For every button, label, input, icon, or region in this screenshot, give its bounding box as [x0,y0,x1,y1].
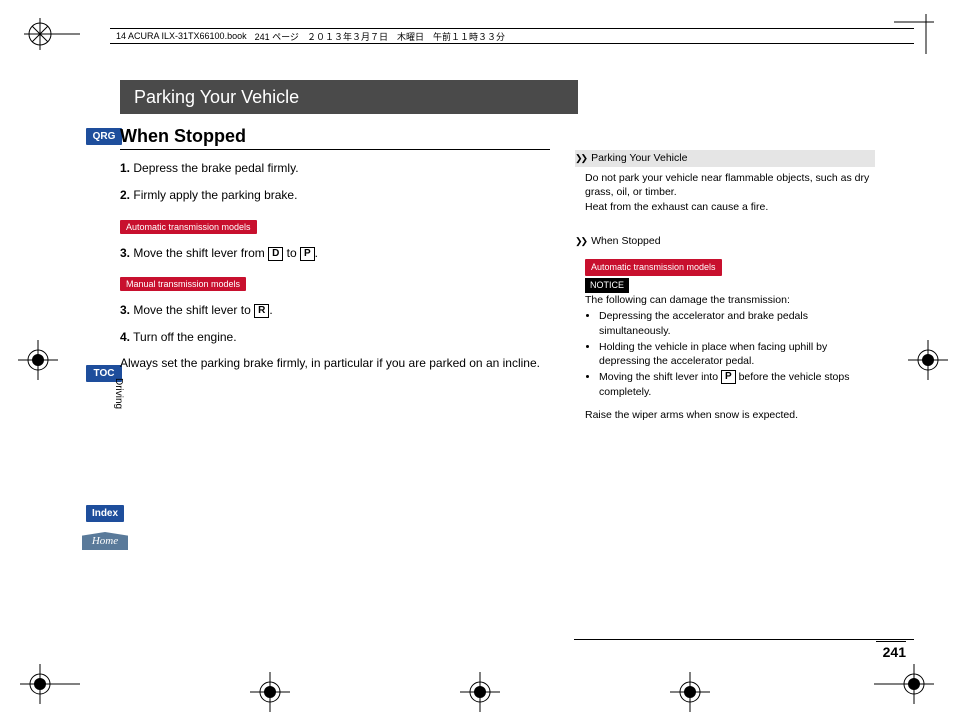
info-heading-text: When Stopped [591,234,660,249]
step-number: 1. [120,161,130,175]
registration-mark-icon [18,340,58,380]
list-item: Depressing the accelerator and brake ped… [599,309,871,338]
crop-mark-icon [20,14,80,54]
info-heading: ❯❯ Parking Your Vehicle [575,150,875,167]
step-text: Depress the brake pedal firmly. [133,161,298,175]
manual-transmission-chip: Manual transmission models [120,277,246,291]
step-text: Move the shift lever from [133,246,268,260]
damage-list: Depressing the accelerator and brake ped… [585,309,871,399]
qrg-button[interactable]: QRG [86,128,122,145]
parking-note: Always set the parking brake firmly, in … [120,356,560,370]
file-date: ２０１３年３月７日 木曜日 午前１１時３３分 [307,30,505,43]
registration-mark-icon [874,664,934,704]
gear-r-icon: R [254,304,269,318]
info-heading-text: Parking Your Vehicle [591,151,687,166]
step-text: . [269,303,272,317]
list-item: Moving the shift lever into P before the… [599,370,871,399]
registration-mark-icon [20,664,80,704]
gear-p-icon: P [300,247,315,261]
index-button[interactable]: Index [86,505,124,522]
info-sidebar: ❯❯ Parking Your Vehicle Do not park your… [575,150,875,422]
step-text: to [283,246,300,260]
registration-mark-icon [670,672,710,712]
step-1: 1. Depress the brake pedal firmly. [120,160,550,177]
step-4: 4. Turn off the engine. [120,329,550,346]
auto-transmission-chip: Automatic transmission models [585,259,722,276]
step-3-manual: 3. Move the shift lever to R. [120,302,550,319]
step-2: 2. Firmly apply the parking brake. [120,187,550,204]
warning-text: Heat from the exhaust can cause a fire. [585,200,871,215]
registration-mark-icon [250,672,290,712]
section-heading: When Stopped [120,126,550,150]
notice-badge: NOTICE [585,278,629,293]
warning-text: Do not park your vehicle near flammable … [585,171,871,200]
wiper-note: Raise the wiper arms when snow is expect… [585,408,871,423]
notice-lead: The following can damage the transmissio… [585,293,871,308]
main-content: Parking Your Vehicle When Stopped 1. Dep… [120,80,560,370]
chevron-icon: ❯❯ [575,152,586,165]
gear-p-icon: P [721,370,736,384]
file-name: 14 ACURA ILX-31TX66100.book [116,31,247,41]
file-header: 14 ACURA ILX-31TX66100.book 241 ページ ２０１３… [110,28,914,44]
list-item: Holding the vehicle in place when facing… [599,340,871,369]
registration-mark-icon [908,340,948,380]
step-text: Firmly apply the parking brake. [133,188,297,202]
step-number: 2. [120,188,130,202]
list-text: Moving the shift lever into [599,371,721,383]
page-rule [574,639,914,640]
step-text: Turn off the engine. [133,330,236,344]
step-text: Move the shift lever to [133,303,254,317]
step-number: 4. [120,330,130,344]
step-text: . [315,246,318,260]
info-heading: ❯❯ When Stopped [575,233,875,250]
step-number: 3. [120,246,130,260]
page-title: Parking Your Vehicle [120,80,578,114]
chevron-icon: ❯❯ [575,235,586,248]
page-number: 241 [876,641,906,660]
section-label: Driving [113,378,124,409]
registration-mark-icon [460,672,500,712]
step-number: 3. [120,303,130,317]
page-marker: 241 ページ [255,30,299,43]
gear-d-icon: D [268,247,283,261]
step-3-auto: 3. Move the shift lever from D to P. [120,245,550,262]
auto-transmission-chip: Automatic transmission models [120,220,257,234]
home-button[interactable]: Home [82,532,128,550]
